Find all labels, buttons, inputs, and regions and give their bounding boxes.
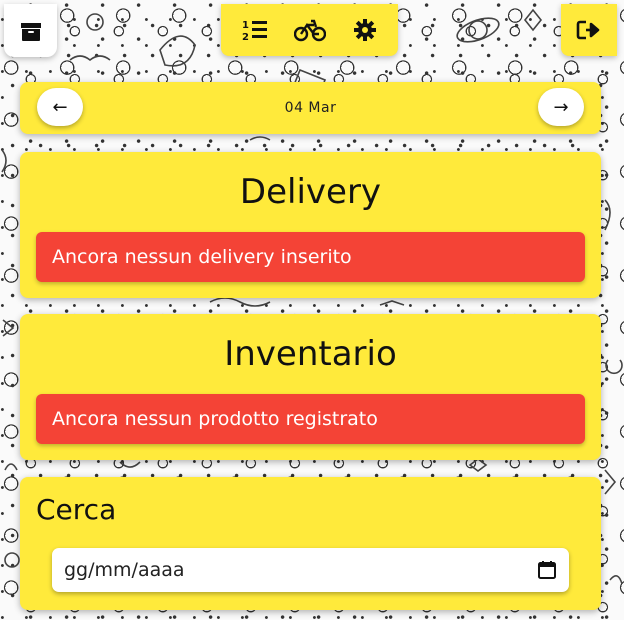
main-nav: 1 2 <box>221 4 398 56</box>
delivery-empty-alert: Ancora nessun delivery inserito <box>36 232 585 282</box>
search-section: Cerca gg/mm/aaaa <box>20 477 601 610</box>
calendar-icon[interactable] <box>537 560 557 580</box>
bicycle-icon[interactable] <box>294 18 327 42</box>
arrow-right-icon: → <box>553 96 569 118</box>
svg-text:1: 1 <box>242 20 249 31</box>
current-date: 04 Mar <box>284 100 337 116</box>
delivery-title: Delivery <box>239 172 382 212</box>
svg-text:2: 2 <box>242 32 249 42</box>
inventory-box-button[interactable] <box>4 4 57 57</box>
next-day-button[interactable]: → <box>538 88 584 126</box>
inventory-title: Inventario <box>224 334 397 374</box>
inventory-empty-alert: Ancora nessun prodotto registrato <box>36 394 585 444</box>
logout-icon <box>576 19 602 41</box>
delivery-section: Delivery Ancora nessun delivery inserito <box>20 152 601 298</box>
ordered-list-icon[interactable]: 1 2 <box>242 18 268 42</box>
date-input-placeholder: gg/mm/aaaa <box>64 559 185 581</box>
date-navigator: 04 Mar ← → <box>20 82 601 134</box>
search-date-input[interactable]: gg/mm/aaaa <box>52 548 569 592</box>
gear-icon[interactable] <box>353 18 377 42</box>
logout-button[interactable] <box>561 4 617 56</box>
inventory-section: Inventario Ancora nessun prodotto regist… <box>20 314 601 460</box>
box-icon <box>19 20 43 42</box>
arrow-left-icon: ← <box>52 96 68 118</box>
previous-day-button[interactable]: ← <box>37 88 83 126</box>
search-title: Cerca <box>36 493 117 526</box>
